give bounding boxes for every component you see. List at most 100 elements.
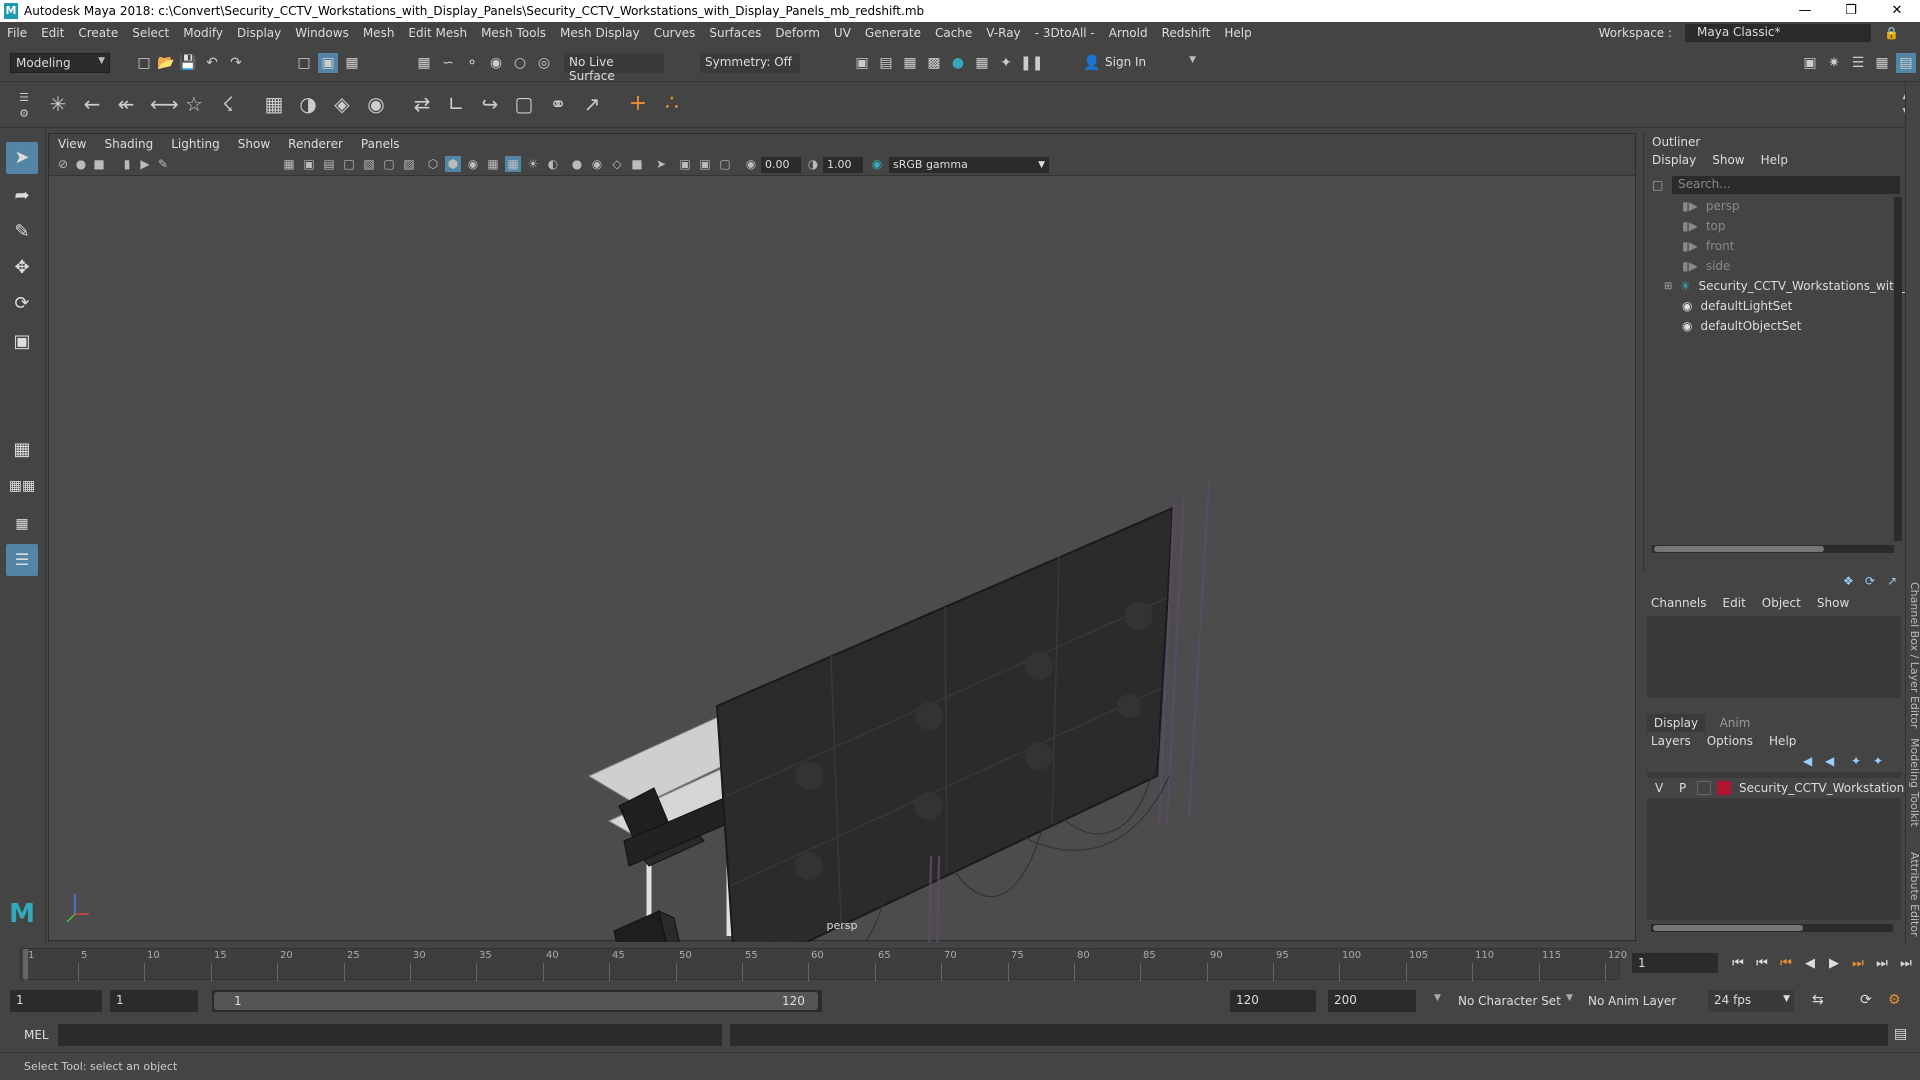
- lattice-icon[interactable]: ◈: [332, 94, 352, 114]
- snap-point-icon[interactable]: ⚬: [462, 53, 482, 73]
- backface-icon[interactable]: ▢: [717, 156, 733, 172]
- current-time-marker[interactable]: [23, 949, 28, 979]
- gate-mask-icon[interactable]: □: [341, 156, 357, 172]
- live-surface-field[interactable]: No Live Surface: [564, 53, 664, 83]
- snap-surface-icon[interactable]: ○: [510, 53, 530, 73]
- isolate-select-icon[interactable]: ➤: [653, 156, 669, 172]
- xray-icon[interactable]: ▦: [505, 156, 521, 172]
- play-forward-icon[interactable]: ▶: [1824, 956, 1844, 971]
- vp-menu-view[interactable]: View: [49, 137, 95, 151]
- menu-windows[interactable]: Windows: [288, 26, 356, 40]
- safe-title-icon[interactable]: ▨: [401, 156, 417, 172]
- gamma-field[interactable]: 1.00: [823, 157, 863, 173]
- paint-weights-icon[interactable]: ◑: [298, 94, 318, 114]
- chevron-down-icon[interactable]: ▼: [1434, 993, 1441, 1003]
- move-layer-down-icon[interactable]: ◀: [1825, 754, 1834, 768]
- scene-3d-view[interactable]: [49, 176, 1637, 942]
- vp-menu-lighting[interactable]: Lighting: [162, 137, 229, 151]
- humanik-icon[interactable]: ☇: [218, 94, 238, 114]
- skeleton-icon[interactable]: ☆: [184, 94, 204, 114]
- anim-prefs-icon[interactable]: ⚙: [1888, 992, 1901, 1008]
- render-settings-icon[interactable]: ▩: [924, 53, 944, 73]
- textured-icon[interactable]: ▦: [485, 156, 501, 172]
- layer-type-box[interactable]: [1697, 781, 1711, 795]
- ik-spline-icon[interactable]: ↞: [116, 94, 136, 114]
- anim-layer-dropdown[interactable]: No Anim Layer: [1588, 994, 1676, 1008]
- command-input[interactable]: [58, 1024, 722, 1046]
- menu-uv[interactable]: UV: [827, 26, 858, 40]
- resolution-gate-icon[interactable]: ▤: [321, 156, 337, 172]
- bind-skin-icon[interactable]: ▦: [264, 94, 284, 114]
- joint-tool-icon[interactable]: ✳: [48, 94, 68, 114]
- render-view-icon[interactable]: ▣: [852, 53, 872, 73]
- layer-playback-toggle[interactable]: P: [1679, 781, 1686, 795]
- layer-hscroll[interactable]: [1651, 924, 1893, 932]
- vp-menu-renderer[interactable]: Renderer: [279, 137, 352, 151]
- viewport-panel[interactable]: View Shading Lighting Show Renderer Pane…: [48, 133, 1637, 942]
- workspace-dropdown[interactable]: Maya Classic*: [1685, 24, 1872, 42]
- field-chart-icon[interactable]: ▧: [361, 156, 377, 172]
- display-wall[interactable]: [715, 506, 1175, 942]
- outliner-item-side[interactable]: ▮▶ side: [1682, 257, 1730, 275]
- layer-tab-display[interactable]: Display: [1647, 714, 1705, 732]
- color-management-icon[interactable]: ◉: [869, 156, 885, 172]
- lasso-tool-icon[interactable]: ➦: [6, 180, 38, 212]
- outliner-vscroll[interactable]: [1894, 197, 1902, 541]
- menu-vray[interactable]: V-Ray: [979, 26, 1027, 40]
- script-editor-icon[interactable]: ▤: [1894, 1026, 1907, 1042]
- loop-icon[interactable]: ⇆: [1812, 992, 1824, 1008]
- side-tab-channel-box[interactable]: Channel Box / Layer Editor: [1908, 582, 1920, 729]
- chevron-down-icon[interactable]: ▼: [1566, 993, 1573, 1003]
- open-scene-icon[interactable]: 📂: [156, 53, 176, 73]
- anim-end-field[interactable]: 200: [1328, 990, 1416, 1012]
- close-button[interactable]: ✕: [1874, 0, 1920, 22]
- layer-menu-options[interactable]: Options: [1699, 734, 1761, 748]
- bookmark-icon[interactable]: ■: [91, 156, 107, 172]
- lock-icon[interactable]: 🔒: [1877, 26, 1906, 40]
- channel-menu-edit[interactable]: Edit: [1715, 596, 1754, 610]
- outliner-menu-display[interactable]: Display: [1644, 153, 1704, 167]
- outliner-item-security-cctv[interactable]: ⊞ ✳ Security_CCTV_Workstations_with_Displ: [1664, 277, 1920, 295]
- safe-action-icon[interactable]: ▢: [381, 156, 397, 172]
- bend-icon[interactable]: ⟷: [150, 94, 179, 114]
- vp-menu-shading[interactable]: Shading: [95, 137, 162, 151]
- constraint-icon[interactable]: ⇄: [412, 94, 432, 114]
- menu-select[interactable]: Select: [125, 26, 176, 40]
- menu-edit[interactable]: Edit: [34, 26, 71, 40]
- menu-cache[interactable]: Cache: [928, 26, 979, 40]
- layer-visibility-toggle[interactable]: V: [1655, 781, 1663, 795]
- render-frame-icon[interactable]: ▤: [876, 53, 896, 73]
- attribute-editor-icon[interactable]: ☰: [1848, 53, 1868, 73]
- outliner-item-front[interactable]: ▮▶ front: [1682, 237, 1734, 255]
- outliner-item-default-light-set[interactable]: ◉ defaultLightSet: [1682, 297, 1792, 315]
- menu-arnold[interactable]: Arnold: [1102, 26, 1155, 40]
- menu-surfaces[interactable]: Surfaces: [702, 26, 768, 40]
- shadows-icon[interactable]: ◐: [545, 156, 561, 172]
- exposure-field[interactable]: 0.00: [761, 157, 801, 173]
- filter-icon[interactable]: □: [1652, 178, 1663, 192]
- pole-vector-icon[interactable]: ↗: [582, 94, 602, 114]
- playback-start-field[interactable]: 1: [110, 990, 198, 1012]
- wireframe-icon[interactable]: ⬡: [425, 156, 441, 172]
- outliner-item-top[interactable]: ▮▶ top: [1682, 217, 1726, 235]
- menu-file[interactable]: File: [0, 26, 34, 40]
- xray-joints-icon[interactable]: ▣: [677, 156, 693, 172]
- channel-box-refresh-icon[interactable]: ⟳: [1865, 574, 1875, 588]
- menu-mesh-display[interactable]: Mesh Display: [553, 26, 647, 40]
- snap-curve-icon[interactable]: ∽: [438, 53, 458, 73]
- select-component-icon[interactable]: ▦: [342, 53, 362, 73]
- select-tool-icon[interactable]: ➤: [6, 142, 38, 174]
- outliner-hscroll[interactable]: [1652, 545, 1894, 553]
- redo-icon[interactable]: ↷: [226, 53, 246, 73]
- menu-redshift[interactable]: Redshift: [1155, 26, 1218, 40]
- step-forward-key-icon[interactable]: ⏭: [1848, 956, 1868, 971]
- layer-menu-layers[interactable]: Layers: [1643, 734, 1699, 748]
- command-language-label[interactable]: MEL: [24, 1028, 49, 1042]
- layer-menu-help[interactable]: Help: [1761, 734, 1804, 748]
- plus-link-icon[interactable]: ∴: [662, 93, 682, 115]
- plus-cross-icon[interactable]: +: [628, 93, 648, 115]
- channel-menu-channels[interactable]: Channels: [1643, 596, 1715, 610]
- go-to-end-icon[interactable]: ⏭: [1896, 956, 1916, 971]
- time-ruler[interactable]: 1 5 10 15 20 25 30 35 40 45 50 55 60 65 70 75 80 85 90 95 10…: [20, 948, 1627, 981]
- pause-icon[interactable]: ❚❚: [1020, 53, 1043, 73]
